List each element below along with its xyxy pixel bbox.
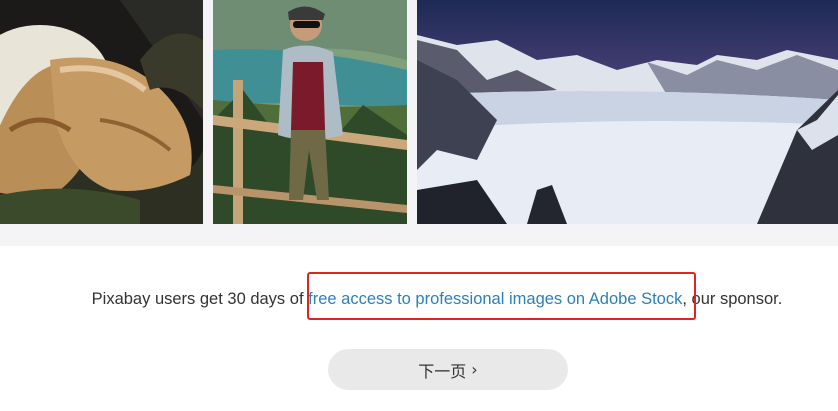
next-page-label: 下一页 [418, 361, 467, 381]
mountain-lake-photo [417, 0, 838, 224]
zongzi-photo [0, 0, 203, 224]
chevron-right-icon: › [471, 360, 478, 379]
image-gallery-strip [0, 0, 838, 246]
sponsor-prefix-text: Pixabay users get 30 days of [91, 290, 309, 308]
next-page-button[interactable]: 下一页 › [328, 349, 568, 390]
gallery-image-zongzi[interactable] [0, 0, 203, 224]
hiker-photo [213, 0, 407, 224]
sponsor-suffix-text: , our sponsor. [682, 290, 783, 308]
sponsor-message: Pixabay users get 30 days of free access… [0, 290, 838, 309]
gallery-image-hiker[interactable] [213, 0, 407, 224]
adobe-stock-link[interactable]: free access to professional images on Ad… [308, 290, 682, 308]
gallery-image-mountain-lake[interactable] [417, 0, 838, 224]
